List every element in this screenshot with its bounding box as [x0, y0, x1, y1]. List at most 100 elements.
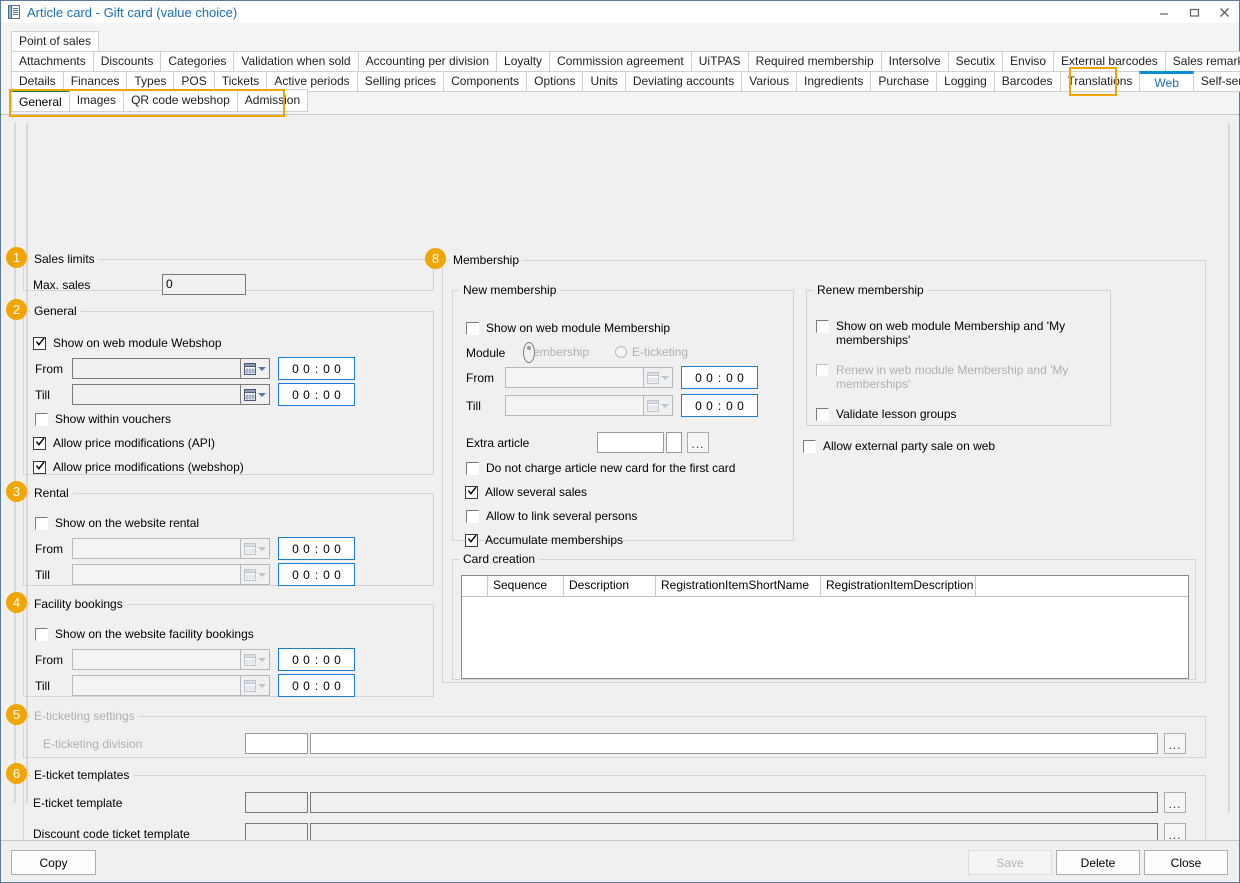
tab-validation-when-sold[interactable]: Validation when sold [233, 51, 358, 72]
tab-web[interactable]: Web [1139, 71, 1193, 92]
subtab-images[interactable]: Images [69, 89, 124, 112]
subtab-qr-code-webshop[interactable]: QR code webshop [123, 89, 238, 112]
checkbox-show-within-vouchers[interactable]: Show within vouchers [35, 412, 171, 426]
table-header-description[interactable]: Description [564, 576, 656, 596]
tab-discounts[interactable]: Discounts [93, 51, 162, 72]
close-button-footer[interactable]: Close [1144, 850, 1228, 875]
checkbox-show-on-the-website-rental[interactable]: Show on the website rental [35, 516, 199, 530]
subtab-general[interactable]: General [11, 89, 70, 112]
facility-from-datepicker[interactable] [72, 649, 270, 670]
general-from-time[interactable]: 00:00 [278, 357, 355, 380]
tab-various[interactable]: Various [741, 71, 797, 92]
tab-sales-remarks[interactable]: Sales remarks [1165, 51, 1240, 72]
checkbox-show-on-web-module-membership-and-my-memberships[interactable]: Show on web module Membership and 'My me… [816, 319, 1086, 347]
tab-translations[interactable]: Translations [1060, 71, 1141, 92]
group-sales-limits-legend: Sales limits [30, 252, 99, 266]
radio-module-eticketing[interactable]: E-ticketing [615, 345, 688, 359]
checkbox-allow-price-modifications-api[interactable]: Allow price modifications (API) [33, 436, 215, 450]
extra-article-input[interactable] [597, 432, 664, 453]
facility-from-time[interactable]: 00:00 [278, 648, 355, 671]
tab-external-barcodes[interactable]: External barcodes [1053, 51, 1166, 72]
calendar-icon[interactable] [240, 385, 269, 404]
tab-row-4: General Images QR code webshop Admission [11, 91, 1229, 115]
extra-article-browse-button[interactable]: ... [687, 432, 709, 453]
calendar-icon[interactable] [643, 368, 672, 387]
tab-selling-prices[interactable]: Selling prices [357, 71, 444, 92]
facility-till-datepicker[interactable] [72, 675, 270, 696]
rental-from-datepicker[interactable] [72, 538, 270, 559]
general-till-time[interactable]: 00:00 [278, 383, 355, 406]
calendar-icon[interactable] [240, 650, 269, 669]
tab-purchase[interactable]: Purchase [870, 71, 937, 92]
tab-attachments[interactable]: Attachments [11, 51, 94, 72]
tab-barcodes[interactable]: Barcodes [994, 71, 1061, 92]
calendar-icon[interactable] [240, 539, 269, 558]
calendar-icon[interactable] [240, 565, 269, 584]
tab-intersolve[interactable]: Intersolve [881, 51, 949, 72]
table-header-sequence[interactable]: Sequence [488, 576, 564, 596]
delete-button[interactable]: Delete [1056, 850, 1140, 875]
discount-code-ticket-template-code-input[interactable] [245, 823, 308, 840]
checkbox-validate-lesson-groups[interactable]: Validate lesson groups [816, 407, 957, 421]
close-button[interactable] [1209, 1, 1239, 23]
membership-till-datepicker[interactable] [505, 395, 673, 416]
tab-self-service-kiosk[interactable]: Self-service kiosk [1193, 71, 1240, 92]
eticketing-division-browse-button[interactable]: ... [1164, 733, 1186, 754]
card-creation-table[interactable]: Sequence Description RegistrationItemSho… [461, 575, 1189, 679]
tab-secutix[interactable]: Secutix [948, 51, 1003, 72]
tab-enviso[interactable]: Enviso [1002, 51, 1054, 72]
general-from-datepicker[interactable] [72, 358, 270, 379]
membership-from-time[interactable]: 00:00 [681, 366, 758, 389]
tab-logging[interactable]: Logging [936, 71, 995, 92]
radio-module-membership[interactable]: Membership [523, 345, 589, 359]
membership-till-time[interactable]: 00:00 [681, 394, 758, 417]
checkbox-allow-price-modifications-webshop[interactable]: Allow price modifications (webshop) [33, 460, 244, 474]
checkbox-do-not-charge-article-new-card[interactable]: Do not charge article new card for the f… [466, 461, 735, 475]
tab-options[interactable]: Options [526, 71, 583, 92]
calendar-icon[interactable] [240, 676, 269, 695]
max-sales-input[interactable]: 0 [162, 274, 246, 295]
checkbox-accumulate-memberships[interactable]: Accumulate memberships [465, 533, 623, 547]
rental-till-datepicker[interactable] [72, 564, 270, 585]
maximize-button[interactable] [1179, 1, 1209, 23]
tab-required-membership[interactable]: Required membership [748, 51, 882, 72]
general-till-datepicker[interactable] [72, 384, 270, 405]
minimize-button[interactable] [1149, 1, 1179, 23]
tab-categories[interactable]: Categories [160, 51, 234, 72]
eticketing-division-code-input[interactable] [245, 733, 308, 754]
tab-point-of-sales[interactable]: Point of sales [11, 31, 99, 52]
checkbox-show-on-the-website-facility-bookings[interactable]: Show on the website facility bookings [35, 627, 254, 641]
rental-from-time[interactable]: 00:00 [278, 537, 355, 560]
membership-from-datepicker[interactable] [505, 367, 673, 388]
subtab-admission[interactable]: Admission [237, 89, 308, 112]
checkbox-renew-in-web-module-membership-and-my-memberships[interactable]: Renew in web module Membership and 'My m… [816, 363, 1086, 391]
checkbox-allow-to-link-several-persons[interactable]: Allow to link several persons [466, 509, 637, 523]
checkbox-show-on-web-module-membership[interactable]: Show on web module Membership [466, 321, 670, 335]
tab-components[interactable]: Components [443, 71, 527, 92]
rental-till-time[interactable]: 00:00 [278, 563, 355, 586]
tab-ingredients[interactable]: Ingredients [796, 71, 871, 92]
tab-accounting-per-division[interactable]: Accounting per division [358, 51, 497, 72]
calendar-icon[interactable] [240, 359, 269, 378]
tab-units[interactable]: Units [582, 71, 625, 92]
tab-commission-agreement[interactable]: Commission agreement [549, 51, 692, 72]
tab-loyalty[interactable]: Loyalty [496, 51, 550, 72]
checkbox-allow-external-party-sale-on-web[interactable]: Allow external party sale on web [803, 439, 995, 453]
discount-code-ticket-template-browse-button[interactable]: ... [1164, 823, 1186, 840]
eticket-template-code-input[interactable] [245, 792, 308, 813]
tab-deviating-accounts[interactable]: Deviating accounts [625, 71, 742, 92]
extra-article-code-input[interactable] [666, 432, 682, 453]
checkbox-show-on-web-module-webshop[interactable]: Show on web module Webshop [33, 336, 222, 350]
eticket-template-input[interactable] [310, 792, 1158, 813]
eticketing-division-input[interactable] [310, 733, 1158, 754]
eticket-template-browse-button[interactable]: ... [1164, 792, 1186, 813]
table-header-registrationitemshortname[interactable]: RegistrationItemShortName [656, 576, 821, 596]
discount-code-ticket-template-input[interactable] [310, 823, 1158, 840]
checkbox-box [35, 413, 48, 426]
calendar-icon[interactable] [643, 396, 672, 415]
copy-button[interactable]: Copy [11, 850, 96, 875]
table-header-registrationitemdescription[interactable]: RegistrationItemDescription [821, 576, 976, 596]
facility-till-time[interactable]: 00:00 [278, 674, 355, 697]
tab-uitpas[interactable]: UiTPAS [691, 51, 749, 72]
checkbox-allow-several-sales[interactable]: Allow several sales [465, 485, 587, 499]
